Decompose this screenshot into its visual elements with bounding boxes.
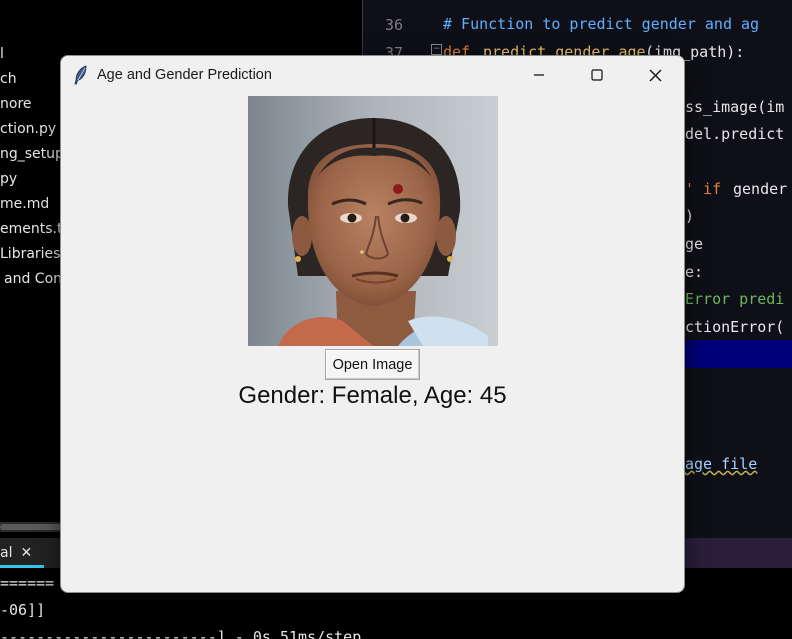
explorer-file[interactable]: Libraries [0,242,60,267]
close-button[interactable] [626,56,684,94]
feather-icon [74,65,87,85]
code-text: e: [685,263,704,281]
current-line-highlight [683,340,792,368]
code-text: gender [733,180,788,198]
explorer-file[interactable]: py [0,167,17,192]
portrait-photo [248,96,498,346]
minimize-icon [534,74,544,76]
terminal-tab[interactable]: al ✕ [0,538,38,568]
minimize-button[interactable] [510,56,568,94]
app-window: Age and Gender Prediction Open Image Gen… [60,55,685,593]
maximize-icon [591,69,603,81]
code-text: ) [685,207,695,225]
explorer-file[interactable]: nore [0,92,32,117]
code-text: ss_image(im [685,98,785,116]
title-bar[interactable]: Age and Gender Prediction [61,56,684,94]
line-number: 36 [384,16,403,34]
code-text: ctionError( [685,318,785,336]
close-icon [649,69,661,81]
fold-toggle-icon[interactable]: − [431,44,442,55]
code-text: del.predict [685,125,785,143]
terminal-line: ------------------------] - 0s 51ms/step [0,628,362,639]
explorer-file[interactable]: ch [0,67,17,92]
explorer-file[interactable]: me.md [0,192,49,217]
open-image-button[interactable]: Open Image [325,349,420,380]
explorer-file[interactable]: and Con [4,267,62,292]
code-text: Error predi [685,290,785,308]
close-icon[interactable]: ✕ [20,545,32,561]
explorer-file[interactable]: ction.py [0,117,56,142]
terminal-line: ====== [0,574,55,592]
code-keyword: ' if [685,180,722,198]
explorer-file[interactable]: l [0,42,4,67]
terminal-line: -06]] [0,601,46,619]
prediction-result: Gender: Female, Age: 45 [238,382,507,409]
code-text: ge [685,235,704,253]
terminal-tabbar-right [685,538,792,568]
code-comment: # Function to predict gender and ag [443,15,760,33]
code-text: age file [685,455,758,473]
terminal-tab-label: al [0,545,13,561]
window-title: Age and Gender Prediction [97,67,272,83]
maximize-button[interactable] [568,56,626,94]
